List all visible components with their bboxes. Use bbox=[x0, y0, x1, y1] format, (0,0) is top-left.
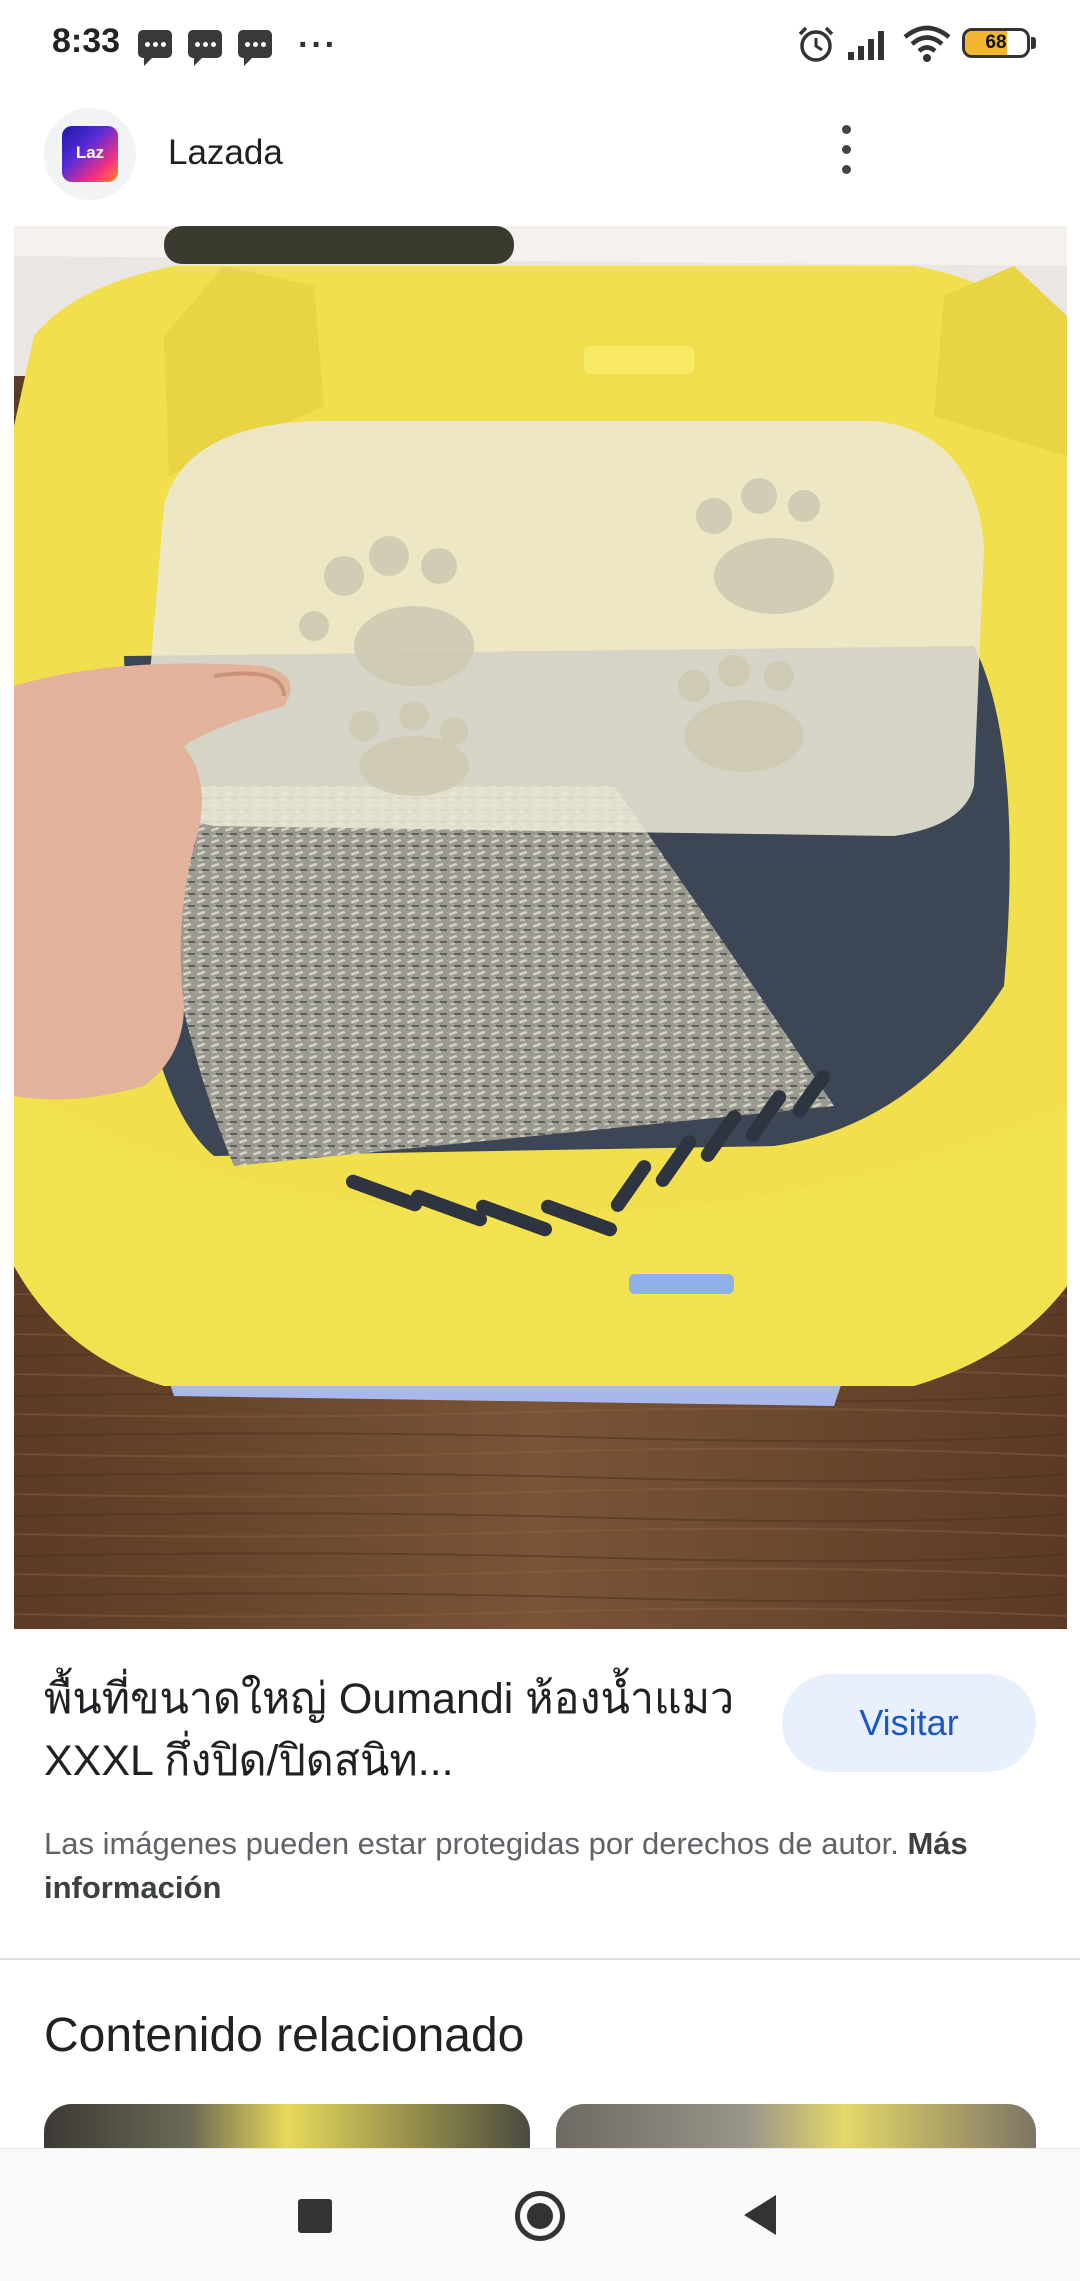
lazada-logo[interactable]: Laz bbox=[44, 108, 136, 200]
app-header: Laz Lazada bbox=[0, 105, 1080, 215]
copyright-notice: Las imágenes pueden estar protegidas por… bbox=[44, 1822, 1044, 1910]
message-icon bbox=[138, 30, 172, 66]
battery-level: 68 bbox=[985, 32, 1007, 53]
visit-button[interactable]: Visitar bbox=[782, 1674, 1036, 1772]
message-icon bbox=[238, 30, 272, 66]
more-notifications-icon: ··· bbox=[298, 26, 338, 64]
navigation-bar bbox=[0, 2148, 1080, 2281]
copyright-text: Las imágenes pueden estar protegidas por… bbox=[44, 1826, 899, 1861]
battery-icon: 68 bbox=[962, 28, 1030, 58]
status-bar: 8:33 ··· 68 bbox=[0, 0, 1080, 90]
app-title: Lazada bbox=[168, 133, 283, 172]
product-image[interactable] bbox=[14, 226, 1067, 1629]
logo-text: Laz bbox=[75, 143, 105, 162]
battery-tip bbox=[1031, 37, 1036, 49]
related-heading: Contenido relacionado bbox=[44, 2009, 525, 2062]
related-thumbnail[interactable] bbox=[556, 2104, 1036, 2148]
recents-square-icon[interactable] bbox=[298, 2199, 332, 2233]
lazada-logo-icon: Laz bbox=[62, 126, 118, 182]
product-title[interactable]: พื้นที่ขนาดใหญ่ Oumandi ห้องน้ำแมว XXXL … bbox=[44, 1668, 744, 1792]
home-circle-icon[interactable] bbox=[515, 2191, 565, 2241]
litter-box-photo bbox=[14, 226, 1067, 1629]
related-thumbnail[interactable] bbox=[44, 2104, 530, 2148]
divider bbox=[0, 1958, 1080, 1960]
wifi-icon bbox=[903, 25, 951, 62]
message-icon bbox=[188, 30, 222, 66]
more-vert-icon[interactable] bbox=[836, 125, 856, 181]
status-time: 8:33 bbox=[52, 22, 121, 60]
back-triangle-icon[interactable] bbox=[744, 2195, 776, 2235]
signal-icon bbox=[848, 31, 884, 60]
alarm-icon bbox=[798, 26, 834, 62]
